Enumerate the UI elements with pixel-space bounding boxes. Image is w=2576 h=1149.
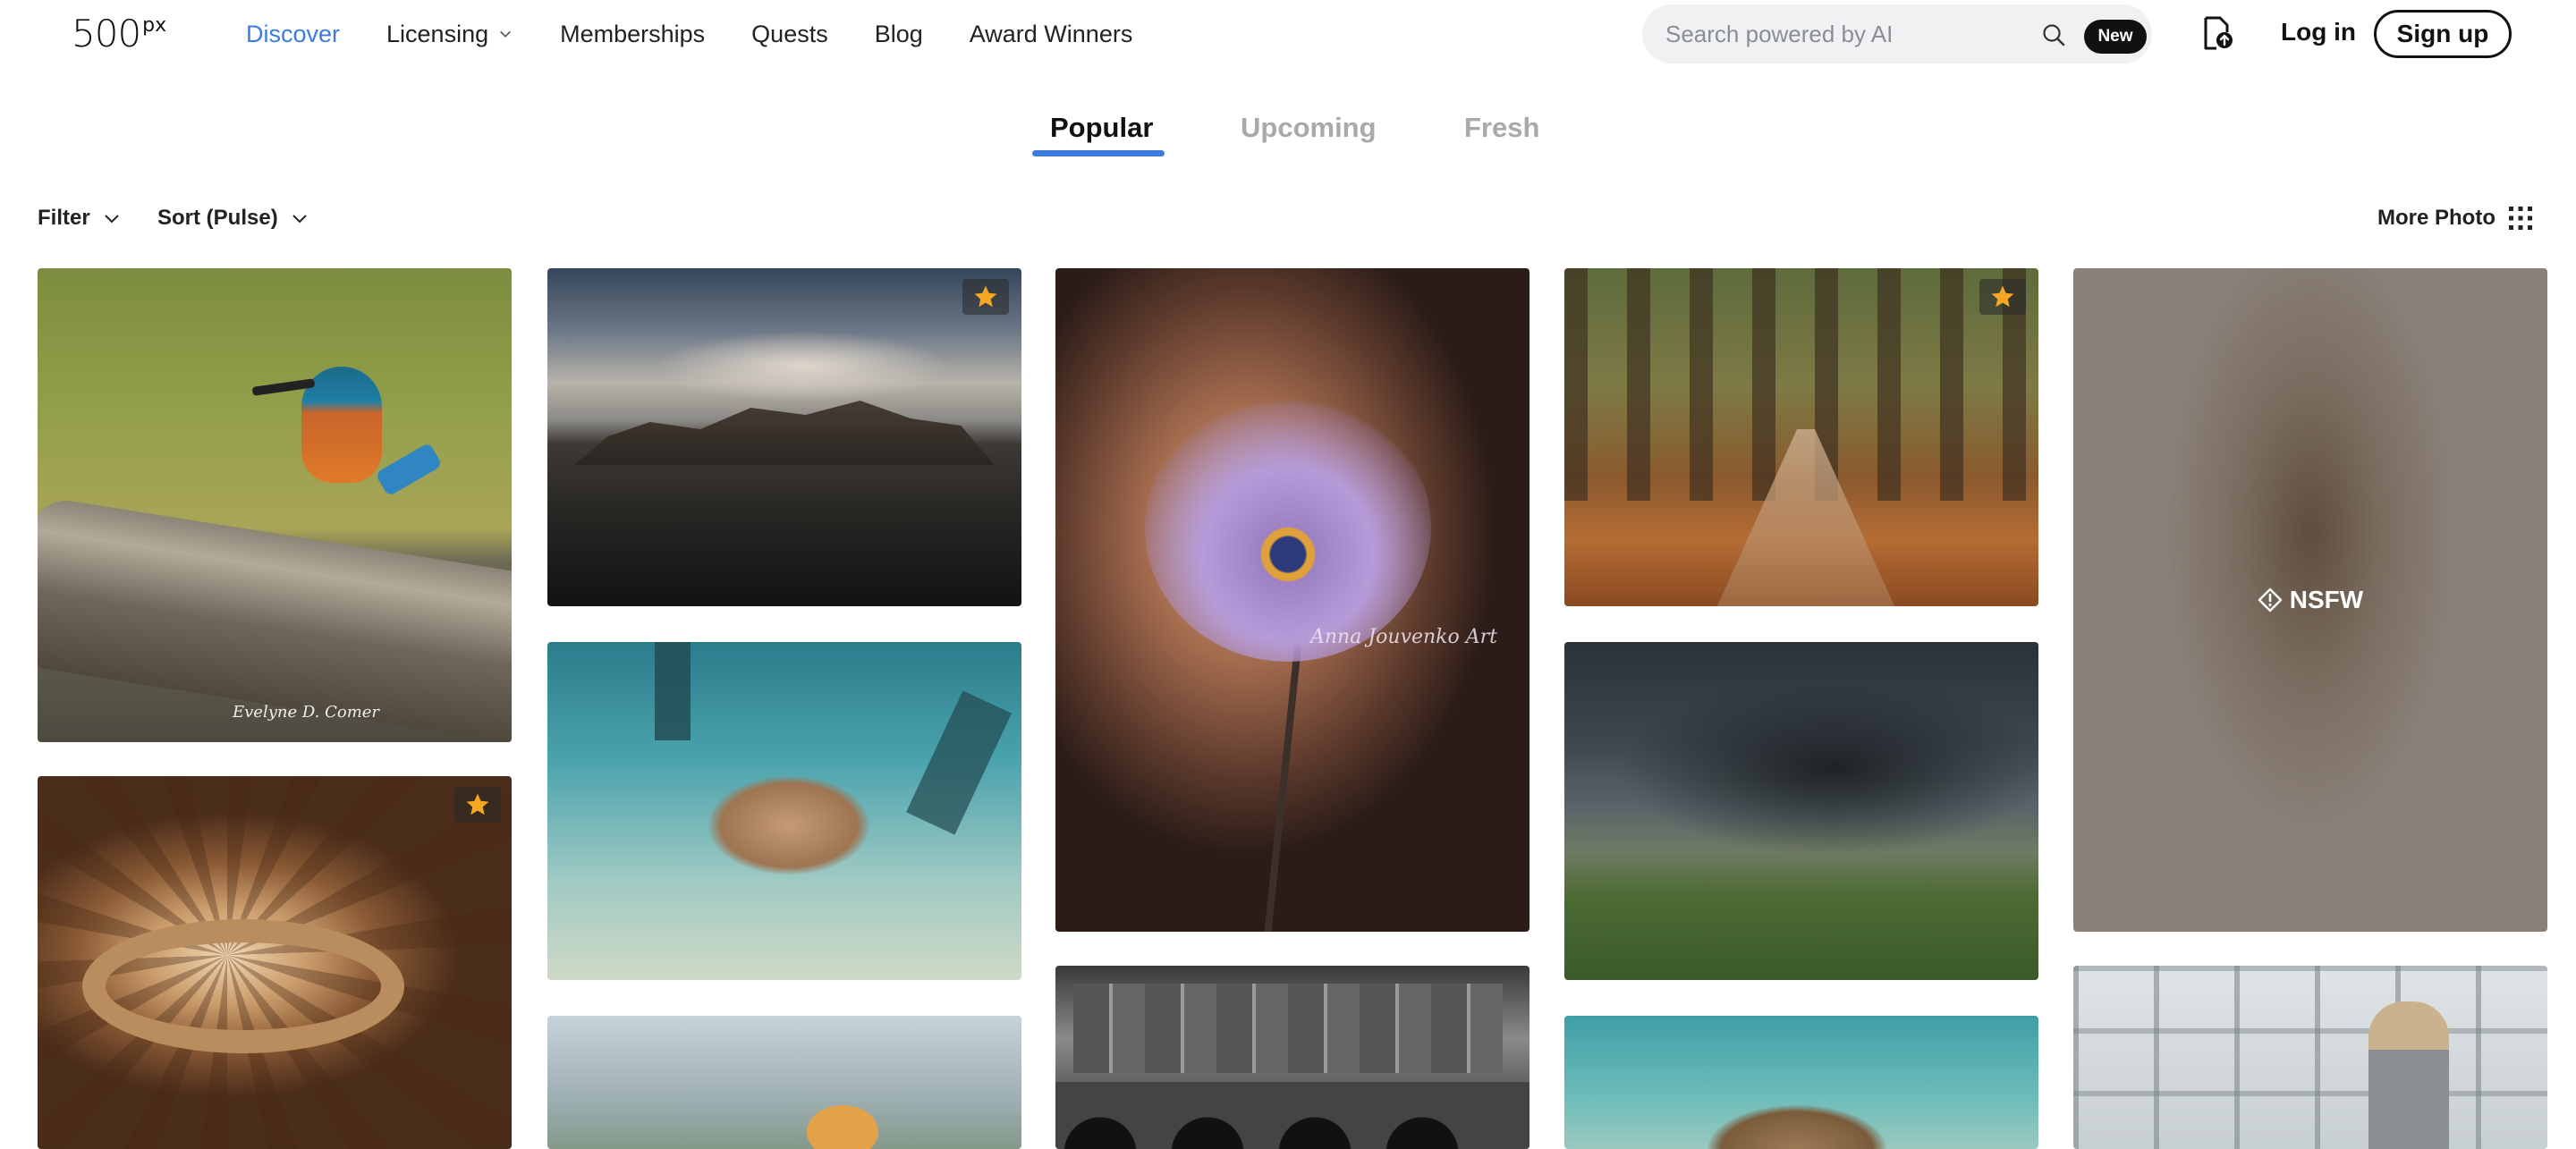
nav-item-licensing[interactable]: Licensing	[386, 21, 513, 48]
photo-card-purple-flower[interactable]: Anna Jouvenko Art	[1055, 268, 1530, 932]
star-icon	[974, 285, 997, 308]
photo-card-turtle[interactable]	[1564, 1016, 2038, 1149]
photo-card-storm-hills[interactable]	[1564, 642, 2038, 980]
nav-item-award-winners[interactable]: Award Winners	[970, 21, 1133, 48]
star-icon	[1991, 285, 2014, 308]
featured-badge	[1979, 279, 2026, 315]
active-tab-indicator	[1032, 150, 1165, 156]
sort-label: Sort (Pulse)	[157, 206, 278, 230]
nsfw-label: NSFW	[2289, 586, 2364, 613]
nsfw-overlay: NSFW	[2073, 268, 2547, 932]
login-link[interactable]: Log in	[2281, 18, 2356, 46]
photo-detail	[1263, 644, 1302, 932]
photo-card-nsfw[interactable]: NSFW	[2073, 268, 2547, 932]
tab-popular[interactable]: Popular	[1050, 112, 1153, 144]
photo-card-mountain-beach[interactable]	[547, 268, 1021, 606]
photo-detail	[1707, 1105, 1886, 1149]
new-badge: New	[2084, 20, 2147, 54]
chevron-down-icon	[104, 215, 119, 224]
tab-fresh[interactable]: Fresh	[1464, 112, 1539, 144]
filter-label: Filter	[38, 206, 90, 230]
star-icon	[466, 793, 489, 815]
featured-badge	[962, 279, 1009, 315]
photo-detail	[2368, 1001, 2449, 1149]
photo-detail	[375, 442, 443, 497]
tab-upcoming[interactable]: Upcoming	[1241, 112, 1377, 144]
top-header: 500 px Discover Licensing Memberships Qu…	[0, 0, 2576, 68]
nav-item-discover[interactable]: Discover	[246, 21, 340, 48]
photo-detail	[1055, 1082, 1530, 1149]
nav-item-blog[interactable]: Blog	[875, 21, 923, 48]
photo-detail	[655, 331, 950, 402]
photo-card-tree-lane[interactable]	[1564, 268, 2038, 606]
photo-detail	[708, 776, 869, 874]
photo-detail	[2073, 966, 2547, 1149]
photo-card-staircase[interactable]	[38, 776, 512, 1149]
photo-detail	[1618, 678, 2038, 857]
filter-bar: Filter Sort (Pulse) More Photo	[0, 202, 2576, 234]
search-icon[interactable]	[2041, 22, 2066, 47]
nav-item-label: Blog	[874, 20, 923, 47]
photo-detail	[82, 919, 404, 1053]
photo-card-kingfisher[interactable]: Evelyne D. Comer	[38, 268, 512, 742]
chevron-down-icon	[500, 30, 512, 38]
nav-item-label: Discover	[246, 20, 341, 47]
nav-item-quests[interactable]: Quests	[751, 21, 828, 48]
nav-item-memberships[interactable]: Memberships	[560, 21, 705, 48]
grid-icon	[2509, 207, 2532, 230]
photo-detail	[574, 401, 995, 465]
featured-badge	[454, 787, 501, 823]
search-bar: New	[1642, 4, 2152, 63]
photo-detail	[1073, 984, 1503, 1073]
nav-item-label: Memberships	[560, 20, 706, 47]
signup-button[interactable]: Sign up	[2374, 10, 2512, 58]
main-nav: Discover Licensing Memberships Quests Bl…	[246, 18, 1179, 50]
logo-sup: px	[142, 14, 167, 37]
photo-watermark: Anna Jouvenko Art	[1310, 626, 1497, 648]
photo-detail	[1145, 393, 1431, 662]
upload-icon[interactable]	[2199, 14, 2234, 52]
search-input[interactable]	[1665, 4, 2041, 63]
nav-item-label: Quests	[751, 20, 828, 47]
photo-detail	[906, 690, 1012, 835]
photo-card-flower-field[interactable]	[547, 1016, 1021, 1149]
nav-item-label: Licensing	[386, 20, 489, 47]
feed-tabs: Popular Upcoming Fresh	[0, 107, 2576, 161]
sort-dropdown[interactable]: Sort (Pulse)	[157, 206, 309, 231]
nav-item-label: Award Winners	[969, 20, 1133, 47]
logo[interactable]: 500 px	[72, 12, 167, 55]
logo-main: 500	[72, 12, 141, 55]
photo-detail	[655, 642, 691, 740]
photo-card-window-portrait[interactable]	[2073, 966, 2547, 1149]
more-photo-button[interactable]: More Photo	[2377, 206, 2533, 231]
warning-diamond-icon	[2258, 587, 2282, 613]
photo-card-canal-bridge[interactable]	[1055, 966, 1530, 1149]
photo-detail	[807, 1105, 878, 1149]
photo-watermark: Evelyne D. Comer	[233, 703, 380, 722]
chevron-down-icon	[292, 215, 307, 224]
more-photo-label: More Photo	[2377, 206, 2496, 230]
photo-card-sea-turtle[interactable]	[547, 642, 1021, 980]
filter-dropdown[interactable]: Filter	[38, 206, 121, 231]
